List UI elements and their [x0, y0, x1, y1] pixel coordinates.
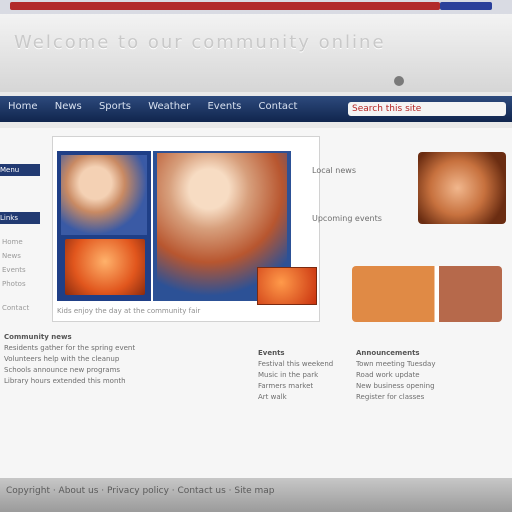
article-area: Community news Residents gather for the … — [0, 332, 512, 472]
nav-link-news[interactable]: News — [55, 101, 82, 112]
sidebar-item[interactable]: Photos — [2, 280, 40, 288]
article-col-3-heading: Announcements — [356, 349, 420, 357]
top-stripe-red — [10, 2, 440, 10]
right-column: Local news Upcoming events — [306, 148, 506, 328]
article-col-1: Community news Residents gather for the … — [4, 332, 234, 387]
sidebar-item[interactable]: News — [2, 252, 40, 260]
article-line: Town meeting Tuesday — [356, 360, 436, 368]
photo-kids — [61, 155, 147, 235]
nav-link-contact[interactable]: Contact — [259, 101, 298, 112]
footer-links[interactable]: Copyright · About us · Privacy policy · … — [6, 486, 506, 496]
article-line: Residents gather for the spring event — [4, 344, 136, 352]
article-col-2-heading: Events — [258, 349, 285, 357]
nav-links: Home News Sports Weather Events Contact — [8, 101, 338, 117]
sidebar-tab-mid[interactable]: Links — [0, 212, 40, 224]
top-stripe — [0, 0, 512, 14]
article-line: Library hours extended this month — [4, 377, 126, 385]
feature-box: Kids enjoy the day at the community fair — [52, 136, 320, 322]
article-line: Farmers market — [258, 382, 314, 390]
right-link-1[interactable]: Local news — [312, 166, 356, 175]
article-line: New business opening — [356, 382, 435, 390]
article-line: Art walk — [258, 393, 287, 401]
feature-caption: Kids enjoy the day at the community fair — [57, 307, 201, 315]
nav-link-sports[interactable]: Sports — [99, 101, 131, 112]
top-stripe-blue — [440, 2, 492, 10]
sidebar-tab-top[interactable]: Menu — [0, 164, 40, 176]
nav-link-weather[interactable]: Weather — [148, 101, 190, 112]
article-line: Music in the park — [258, 371, 319, 379]
nav-link-home[interactable]: Home — [8, 101, 38, 112]
article-line: Register for classes — [356, 393, 425, 401]
left-sidebar: Menu Links Home News Events Photos Conta… — [0, 132, 44, 332]
sidebar-item[interactable]: Home — [2, 238, 40, 246]
site-footer: Copyright · About us · Privacy policy · … — [0, 478, 512, 512]
article-col-2: Events Festival this weekend Music in th… — [258, 348, 348, 403]
sidebar-item[interactable]: Events — [2, 266, 40, 274]
site-title[interactable]: Welcome to our community online — [14, 32, 504, 60]
nav-link-events[interactable]: Events — [207, 101, 241, 112]
search-input[interactable]: Search this site — [348, 102, 506, 116]
right-link-2[interactable]: Upcoming events — [312, 214, 382, 223]
article-line: Volunteers help with the cleanup — [4, 355, 120, 363]
photo-orange — [65, 239, 145, 295]
header-dot-icon — [394, 76, 404, 86]
article-col-3: Announcements Town meeting Tuesday Road … — [356, 348, 504, 403]
article-col-1-heading: Community news — [4, 333, 72, 341]
article-line: Road work update — [356, 371, 420, 379]
site-header: Welcome to our community online — [0, 14, 512, 92]
nav-bar: Home News Sports Weather Events Contact … — [0, 96, 512, 122]
feature-photo-left[interactable] — [57, 151, 151, 301]
right-thumb-1[interactable] — [418, 152, 506, 224]
article-line: Festival this weekend — [258, 360, 334, 368]
sidebar-item[interactable]: Contact — [2, 304, 40, 312]
right-thumb-2[interactable] — [352, 266, 502, 322]
article-line: Schools announce new programs — [4, 366, 121, 374]
